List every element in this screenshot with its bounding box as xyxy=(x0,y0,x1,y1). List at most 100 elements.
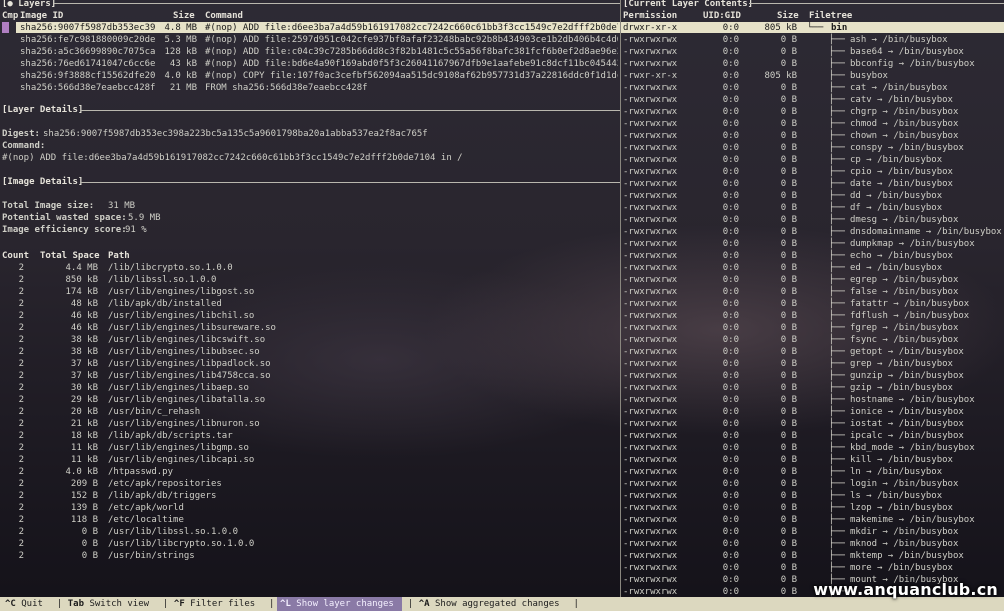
keybinding-show-layer-changes[interactable]: ^L Show layer changes xyxy=(277,597,403,611)
tree-row-permission[interactable]: -rwxrwxrwx xyxy=(623,382,677,394)
layer-row-command[interactable]: #(nop) ADD file:bd6e4a90f169abd0f5f3c260… xyxy=(205,58,618,70)
tree-row-uidgid[interactable]: 0:0 xyxy=(723,514,739,526)
tree-row-size[interactable]: 0 B xyxy=(781,490,797,502)
tree-file[interactable]: fsync → /bin/busybox xyxy=(850,334,958,346)
tree-row-uidgid[interactable]: 0:0 xyxy=(723,322,739,334)
tree-file[interactable]: login → /bin/busybox xyxy=(850,478,958,490)
tree-row-uidgid[interactable]: 0:0 xyxy=(723,166,739,178)
tree-row-size[interactable]: 0 B xyxy=(781,214,797,226)
tree-row-size[interactable]: 805 kB xyxy=(764,70,797,82)
tree-file[interactable]: catv → /bin/busybox xyxy=(850,94,953,106)
tree-file[interactable]: ionice → /bin/busybox xyxy=(850,406,964,418)
tree-row-permission[interactable]: -rwxrwxrwx xyxy=(623,466,677,478)
tree-row-uidgid[interactable]: 0:0 xyxy=(723,490,739,502)
tree-row-uidgid[interactable]: 0:0 xyxy=(723,94,739,106)
tree-row-permission[interactable]: -rwxrwxrwx xyxy=(623,358,677,370)
tree-file[interactable]: fatattr → /bin/busybox xyxy=(850,298,969,310)
tree-row-uidgid[interactable]: 0:0 xyxy=(723,346,739,358)
tree-file[interactable]: dmesg → /bin/busybox xyxy=(850,214,958,226)
tree-row-uidgid[interactable]: 0:0 xyxy=(723,562,739,574)
tree-row-uidgid[interactable]: 0:0 xyxy=(723,358,739,370)
tree-row-uidgid[interactable]: 0:0 xyxy=(723,274,739,286)
tree-row-size[interactable]: 0 B xyxy=(781,238,797,250)
tree-row-size[interactable]: 0 B xyxy=(781,346,797,358)
tree-file[interactable]: busybox xyxy=(850,70,888,82)
tree-row-size[interactable]: 0 B xyxy=(781,202,797,214)
layer-row-size[interactable]: 5.3 MB xyxy=(164,34,197,46)
tree-file[interactable]: hostname → /bin/busybox xyxy=(850,394,975,406)
layer-row-id[interactable]: sha256:a5c36699890c7075ca xyxy=(20,46,155,58)
tree-file[interactable]: mktemp → /bin/busybox xyxy=(850,550,964,562)
tree-row-permission[interactable]: -rwxrwxrwx xyxy=(623,82,677,94)
layer-row-command[interactable]: #(nop) ADD file:d6ee3ba7a4d59b161917082c… xyxy=(205,22,618,34)
tree-file[interactable]: mkdir → /bin/busybox xyxy=(850,526,958,538)
tree-row-permission[interactable]: -rwxrwxrwx xyxy=(623,394,677,406)
tree-row-size[interactable]: 0 B xyxy=(781,466,797,478)
tree-file[interactable]: cat → /bin/busybox xyxy=(850,82,948,94)
tree-row-permission[interactable]: -rwxrwxrwx xyxy=(623,550,677,562)
tree-row-permission[interactable]: -rwxrwxrwx xyxy=(623,166,677,178)
tree-row-uidgid[interactable]: 0:0 xyxy=(723,82,739,94)
tree-row-size[interactable]: 0 B xyxy=(781,538,797,550)
tree-row-uidgid[interactable]: 0:0 xyxy=(723,286,739,298)
tree-row-size[interactable]: 0 B xyxy=(781,106,797,118)
tree-row-size[interactable]: 0 B xyxy=(781,442,797,454)
tree-row-size[interactable]: 0 B xyxy=(781,358,797,370)
tree-row-permission[interactable]: -rwxrwxrwx xyxy=(623,202,677,214)
tree-row-permission[interactable]: -rwxrwxrwx xyxy=(623,262,677,274)
tree-row-permission[interactable]: -rwxrwxrwx xyxy=(623,58,677,70)
tree-row-size[interactable]: 0 B xyxy=(781,58,797,70)
layer-row-id[interactable]: sha256:9f3888cf15562dfe20 xyxy=(20,70,155,82)
tree-row-size[interactable]: 0 B xyxy=(781,130,797,142)
tree-row-permission[interactable]: -rwxrwxrwx xyxy=(623,406,677,418)
tree-row-permission[interactable]: -rwxrwxrwx xyxy=(623,322,677,334)
tree-row-permission[interactable]: -rwxrwxrwx xyxy=(623,238,677,250)
tree-file[interactable]: kill → /bin/busybox xyxy=(850,454,953,466)
layer-row-id[interactable]: sha256:9007f5987db353ec39 xyxy=(20,22,155,34)
tree-row-size[interactable]: 0 B xyxy=(781,550,797,562)
tree-row-permission[interactable]: -rwxrwxrwx xyxy=(623,526,677,538)
tree-file[interactable]: false → /bin/busybox xyxy=(850,286,958,298)
tree-file[interactable]: chmod → /bin/busybox xyxy=(850,118,958,130)
tree-row-permission[interactable]: -rwxrwxrwx xyxy=(623,334,677,346)
tree-row-permission[interactable]: -rwxrwxrwx xyxy=(623,250,677,262)
tree-row-size[interactable]: 0 B xyxy=(781,310,797,322)
tree-row-size[interactable]: 805 kB xyxy=(764,22,797,34)
tree-row-uidgid[interactable]: 0:0 xyxy=(723,298,739,310)
tree-file[interactable]: chgrp → /bin/busybox xyxy=(850,106,958,118)
tree-row-permission[interactable]: -rwxrwxrwx xyxy=(623,346,677,358)
tree-file[interactable]: more → /bin/busybox xyxy=(850,562,953,574)
tree-row-uidgid[interactable]: 0:0 xyxy=(723,130,739,142)
tree-file[interactable]: gzip → /bin/busybox xyxy=(850,382,953,394)
layer-row-id[interactable]: sha256:76ed61741047c6cc6e xyxy=(20,58,155,70)
tree-row-size[interactable]: 0 B xyxy=(781,454,797,466)
tree-row-size[interactable]: 0 B xyxy=(781,94,797,106)
tree-file[interactable]: fgrep → /bin/busybox xyxy=(850,322,958,334)
tree-row-permission[interactable]: -rwxrwxrwx xyxy=(623,214,677,226)
tree-row-uidgid[interactable]: 0:0 xyxy=(723,394,739,406)
tree-file[interactable]: grep → /bin/busybox xyxy=(850,358,953,370)
image-details[interactable]: [Image Details] Total Image size: 31 MB … xyxy=(0,176,620,586)
tree-row-permission[interactable]: -rwxrwxrwx xyxy=(623,370,677,382)
tree-file[interactable]: makemime → /bin/busybox xyxy=(850,514,975,526)
tree-file[interactable]: dd → /bin/busybox xyxy=(850,190,942,202)
tree-row-size[interactable]: 0 B xyxy=(781,262,797,274)
tree-row-size[interactable]: 0 B xyxy=(781,154,797,166)
tree-row-permission[interactable]: -rwxrwxrwx xyxy=(623,442,677,454)
tree-row-permission[interactable]: -rwxrwxrwx xyxy=(623,430,677,442)
tree-file[interactable]: ed → /bin/busybox xyxy=(850,262,942,274)
tree-row-permission[interactable]: -rwxrwxrwx xyxy=(623,298,677,310)
tree-file[interactable]: fdflush → /bin/busybox xyxy=(850,310,969,322)
tree-file[interactable]: dumpkmap → /bin/busybox xyxy=(850,238,975,250)
tree-row-size[interactable]: 0 B xyxy=(781,562,797,574)
tree-row-permission[interactable]: drwxr-xr-x xyxy=(623,22,677,34)
tree-row-permission[interactable]: -rwxrwxrwx xyxy=(623,286,677,298)
tree-file[interactable]: gunzip → /bin/busybox xyxy=(850,370,964,382)
tree-row-size[interactable]: 0 B xyxy=(781,190,797,202)
tree-row-permission[interactable]: -rwxrwxrwx xyxy=(623,418,677,430)
tree-row-uidgid[interactable]: 0:0 xyxy=(723,22,739,34)
tree-file[interactable]: conspy → /bin/busybox xyxy=(850,142,964,154)
tree-file[interactable]: ash → /bin/busybox xyxy=(850,34,948,46)
tree-row-size[interactable]: 0 B xyxy=(781,394,797,406)
tree-row-size[interactable]: 0 B xyxy=(781,478,797,490)
